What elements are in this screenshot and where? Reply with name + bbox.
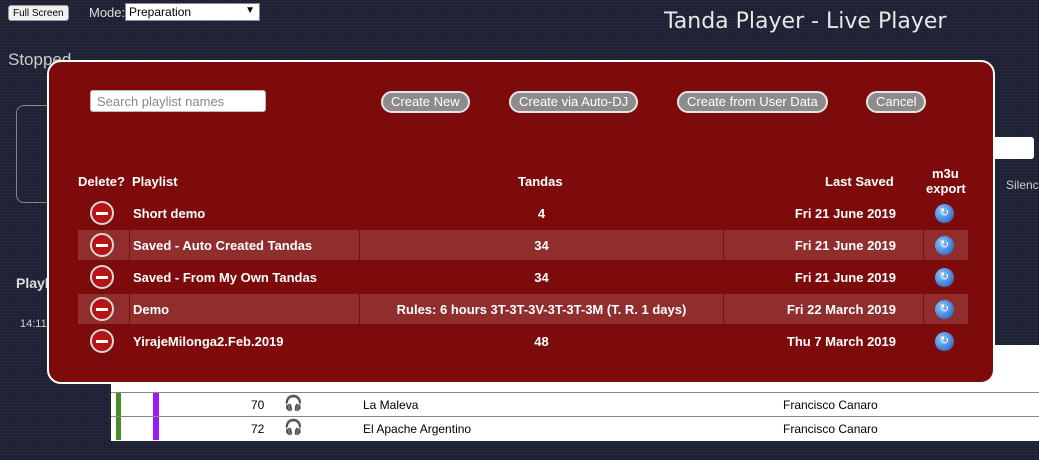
playlist-last-saved: Thu 7 March 2019 bbox=[786, 334, 896, 349]
playlist-last-saved: Fri 21 June 2019 bbox=[794, 270, 896, 285]
create-autodj-button[interactable]: Create via Auto-DJ bbox=[509, 91, 639, 113]
create-user-data-button[interactable]: Create from User Data bbox=[677, 91, 828, 113]
chevron-down-icon: ▼ bbox=[245, 5, 255, 16]
playlist-dialog: Create New Create via Auto-DJ Create fro… bbox=[47, 60, 995, 384]
silence-label: Silenc bbox=[1006, 178, 1039, 192]
track-color-bar bbox=[116, 393, 121, 416]
playlist-name[interactable]: Short demo bbox=[133, 206, 205, 221]
playlist-last-saved: Fri 22 March 2019 bbox=[786, 302, 896, 317]
create-new-button[interactable]: Create New bbox=[381, 91, 470, 113]
header-tandas: Tandas bbox=[518, 174, 563, 189]
delete-icon[interactable] bbox=[90, 233, 114, 257]
track-color-bar bbox=[153, 417, 159, 440]
delete-icon[interactable] bbox=[90, 297, 114, 321]
fullscreen-button[interactable]: Full Screen bbox=[8, 5, 69, 21]
track-number: 72 bbox=[251, 422, 265, 436]
header-playlist: Playlist bbox=[132, 174, 178, 189]
cancel-button[interactable]: Cancel bbox=[866, 91, 927, 113]
mode-label: Mode: bbox=[89, 5, 126, 20]
playlist-search-input[interactable] bbox=[90, 90, 266, 112]
delete-icon[interactable] bbox=[90, 329, 114, 353]
playlist-row[interactable]: YirajeMilonga2.Feb.2019 48 Thu 7 March 2… bbox=[78, 326, 968, 356]
playlist-row[interactable]: Demo Rules: 6 hours 3T-3T-3V-3T-3T-3M (T… bbox=[78, 294, 968, 324]
track-artist: Francisco Canaro bbox=[783, 422, 878, 436]
header-m3u: m3u bbox=[932, 166, 959, 181]
track-title: La Maleva bbox=[363, 398, 419, 412]
export-arrow-icon[interactable]: ↻ bbox=[935, 268, 954, 287]
playlist-tandas: 34 bbox=[534, 238, 549, 253]
background-input[interactable] bbox=[990, 137, 1034, 159]
headphones-icon[interactable]: 🎧 bbox=[284, 394, 303, 412]
playlist-row[interactable]: Saved - From My Own Tandas 34 Fri 21 Jun… bbox=[78, 262, 968, 292]
table-row[interactable]: 70 🎧 La Maleva Francisco Canaro bbox=[111, 392, 1039, 416]
track-color-bar bbox=[153, 393, 159, 416]
header-export: export bbox=[926, 181, 966, 196]
playlist-tandas: Rules: 6 hours 3T-3T-3V-3T-3T-3M (T. R. … bbox=[396, 302, 687, 317]
export-arrow-icon[interactable]: ↻ bbox=[935, 300, 954, 319]
playlist-tandas: 34 bbox=[534, 270, 549, 285]
playlist-row[interactable]: Saved - Auto Created Tandas 34 Fri 21 Ju… bbox=[78, 230, 968, 260]
playlist-name[interactable]: YirajeMilonga2.Feb.2019 bbox=[133, 334, 284, 349]
app-title: Tanda Player - Live Player bbox=[664, 9, 947, 34]
track-color-bar bbox=[116, 417, 121, 440]
time-label: 14:11 bbox=[20, 318, 47, 330]
playlist-name[interactable]: Saved - Auto Created Tandas bbox=[133, 238, 312, 253]
track-title: El Apache Argentino bbox=[363, 422, 472, 436]
delete-icon[interactable] bbox=[90, 265, 114, 289]
playlist-tandas: 4 bbox=[537, 206, 546, 221]
export-arrow-icon[interactable]: ↻ bbox=[935, 204, 954, 223]
export-arrow-icon[interactable]: ↻ bbox=[935, 332, 954, 351]
mode-select-value: Preparation bbox=[129, 5, 192, 19]
playlist-last-saved: Fri 21 June 2019 bbox=[794, 206, 896, 221]
playlist-name[interactable]: Demo bbox=[133, 302, 169, 317]
playlist-name[interactable]: Saved - From My Own Tandas bbox=[133, 270, 317, 285]
playlist-row[interactable]: Short demo 4 Fri 21 June 2019 ↻ bbox=[78, 198, 968, 228]
mode-select[interactable]: Preparation ▼ bbox=[125, 3, 260, 21]
headphones-icon[interactable]: 🎧 bbox=[284, 418, 303, 436]
table-row[interactable]: 72 🎧 El Apache Argentino Francisco Canar… bbox=[111, 416, 1039, 440]
track-artist: Francisco Canaro bbox=[783, 398, 878, 412]
track-number: 70 bbox=[251, 398, 265, 412]
playlist-last-saved: Fri 21 June 2019 bbox=[794, 238, 896, 253]
delete-icon[interactable] bbox=[90, 201, 114, 225]
header-last-saved: Last Saved bbox=[825, 174, 894, 189]
export-arrow-icon[interactable]: ↻ bbox=[935, 236, 954, 255]
playlist-tandas: 48 bbox=[534, 334, 549, 349]
header-delete: Delete? bbox=[78, 174, 125, 189]
